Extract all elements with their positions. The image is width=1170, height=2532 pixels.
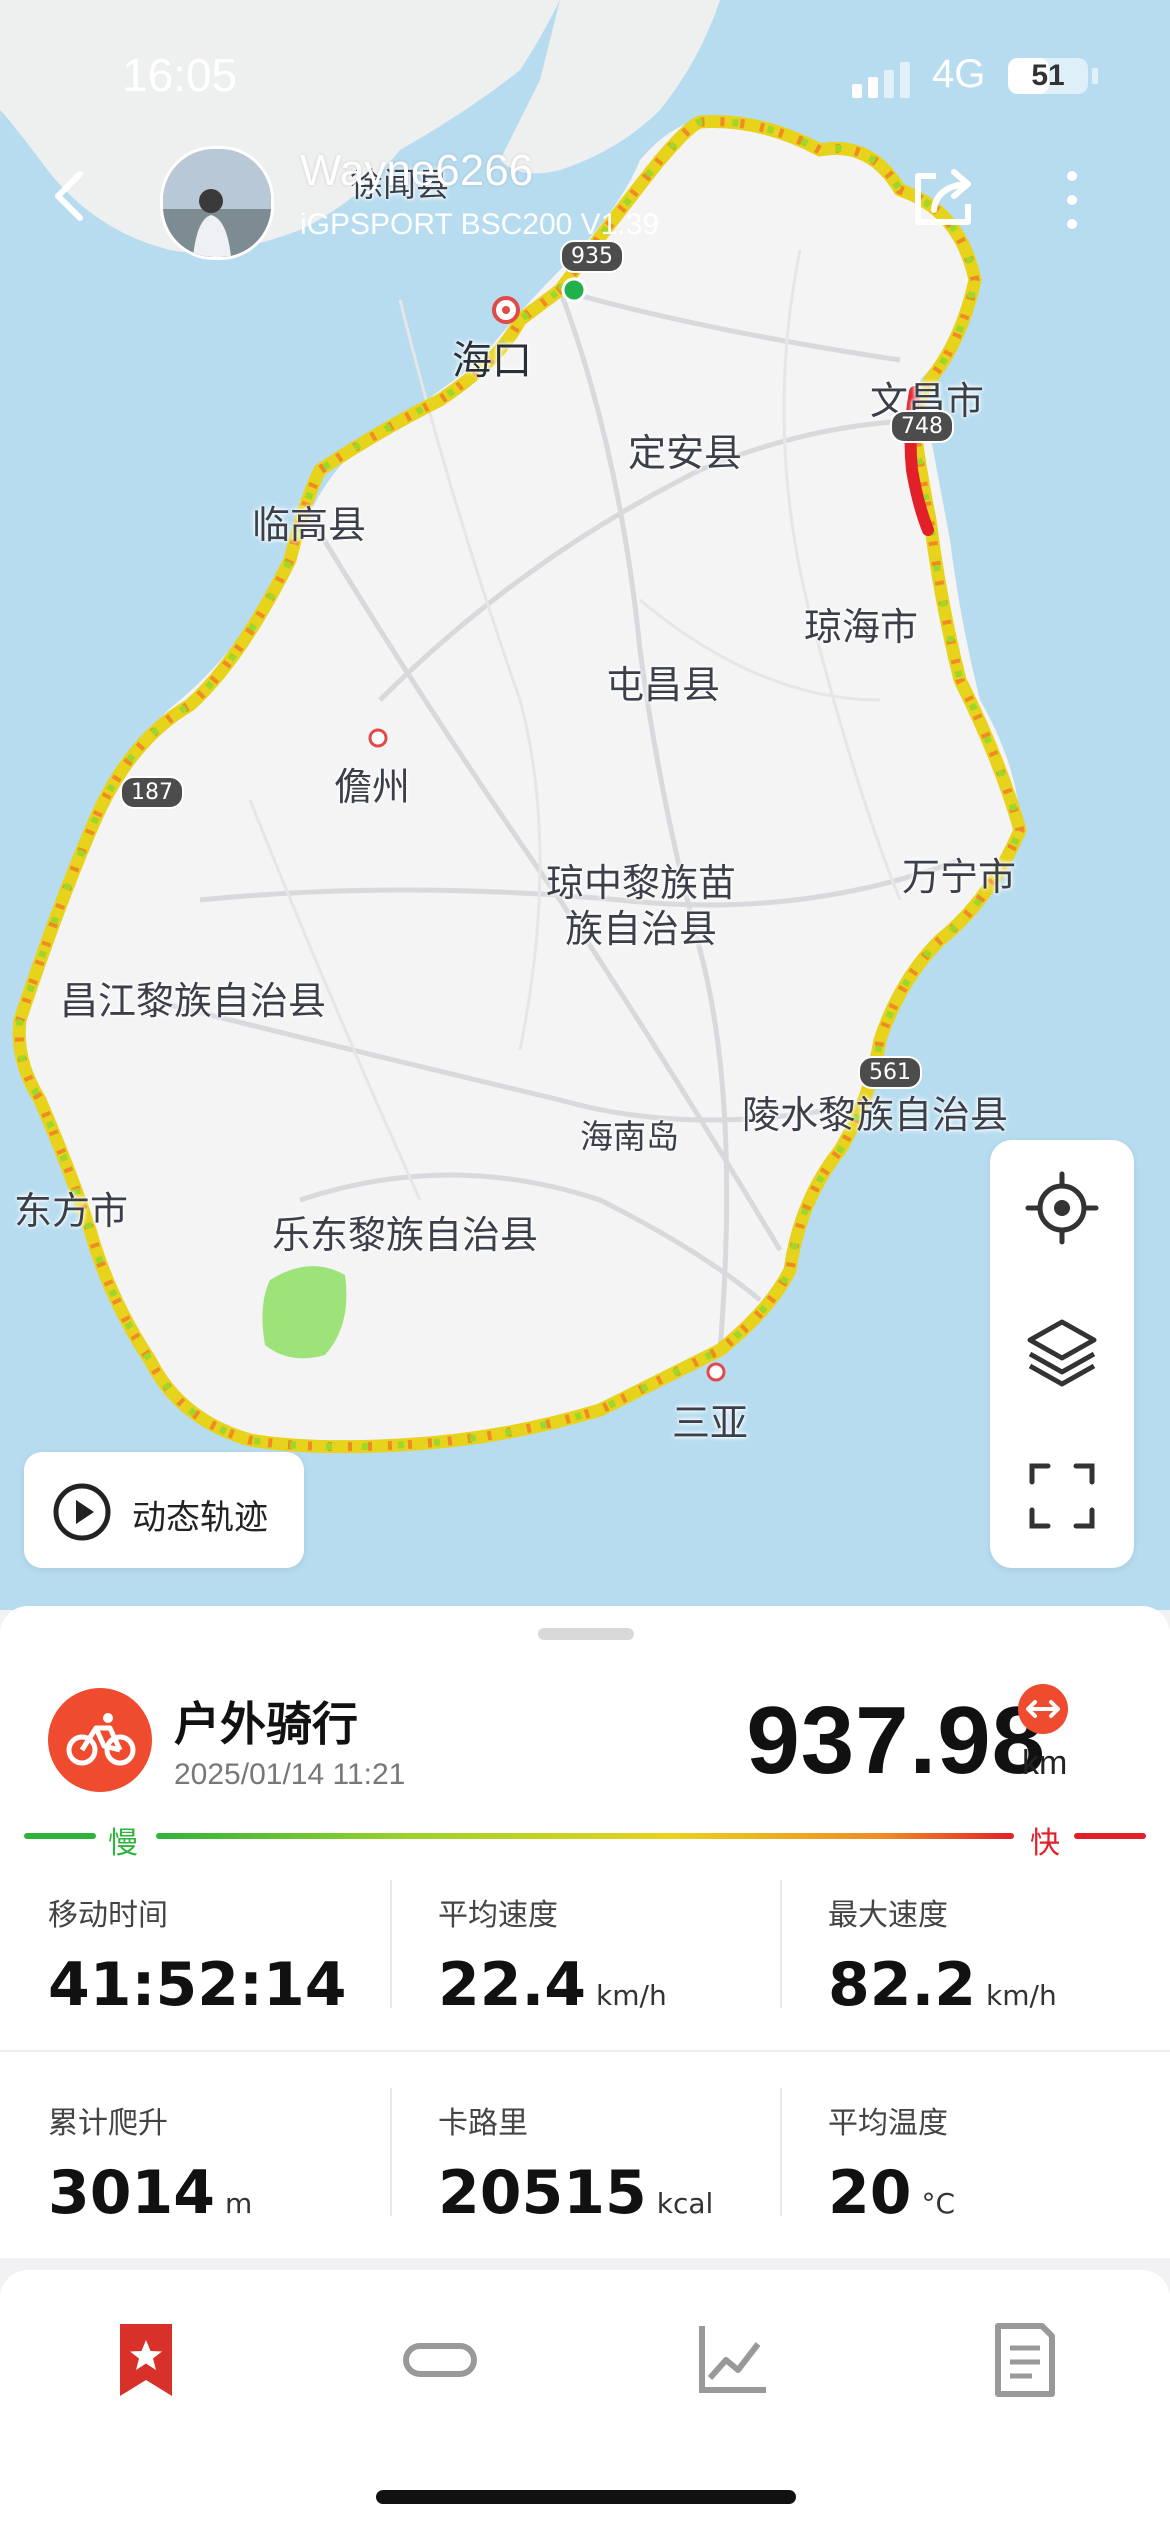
scale-fast-label: 快: [1030, 1826, 1060, 1861]
stat-unit: kcal: [656, 2187, 714, 2220]
battery-nub: [1092, 68, 1098, 84]
map-label-qiongzhong: 琼中黎族苗族自治县: [545, 861, 736, 951]
stat-divider: [390, 1880, 392, 2008]
stat-divider: [780, 2088, 782, 2216]
stat-max-speed: 最大速度 82.2 km/h: [828, 1890, 1057, 2020]
play-icon: [53, 1483, 111, 1541]
home-indicator[interactable]: [376, 2490, 796, 2504]
layers-icon[interactable]: [1018, 1308, 1106, 1396]
map-controls: [990, 1140, 1134, 1568]
activity-datetime: 2025/01/14 11:21: [174, 1758, 406, 1791]
stat-value: 22.4: [438, 1950, 587, 2020]
sheet-drag-handle[interactable]: [538, 1628, 634, 1640]
avatar-photo: [163, 149, 271, 257]
map-label-danzhou: 儋州: [334, 765, 411, 809]
stat-value: 41:52:14: [48, 1950, 347, 2020]
locate-icon[interactable]: [1018, 1164, 1106, 1252]
cycling-icon: [48, 1688, 152, 1792]
stat-moving-time: 移动时间 41:52:14: [48, 1890, 356, 2020]
stat-unit: °C: [921, 2187, 956, 2220]
stat-avg-speed: 平均速度 22.4 km/h: [438, 1890, 667, 2020]
segment-icon[interactable]: [400, 2320, 480, 2400]
stat-label: 卡路里: [438, 2106, 528, 2141]
road-shield-561: 561: [858, 1056, 922, 1089]
distance-value: 937.98: [746, 1687, 1046, 1794]
document-icon[interactable]: [984, 2320, 1064, 2400]
map-label-tunchang: 屯昌县: [606, 663, 721, 707]
stat-divider: [780, 1880, 782, 2008]
map-label-changjiang: 昌江黎族自治县: [60, 979, 327, 1023]
dynamic-track-button[interactable]: 动态轨迹: [24, 1452, 304, 1568]
stat-label: 平均速度: [438, 1898, 558, 1933]
stat-unit: km/h: [986, 1979, 1057, 2012]
stat-value: 20515: [438, 2158, 647, 2228]
activity-type: 户外骑行: [174, 1697, 358, 1751]
chart-line-icon[interactable]: [692, 2320, 772, 2400]
map-label-wanning: 万宁市: [902, 855, 1017, 899]
stat-label: 累计爬升: [48, 2106, 168, 2141]
stat-label: 平均温度: [828, 2106, 948, 2141]
stat-label: 最大速度: [828, 1898, 948, 1933]
network-type: 4G: [932, 52, 986, 96]
map-label-dingan: 定安县: [628, 431, 743, 475]
device-name: iGPSPORT BSC200 V1.39: [300, 208, 660, 241]
scale-slow-label: 慢: [108, 1826, 138, 1861]
speed-gradient-bar: [156, 1833, 1014, 1839]
map-label-dongfang: 东方市: [14, 1189, 129, 1233]
fullscreen-icon[interactable]: [1018, 1452, 1106, 1540]
back-arrow-icon[interactable]: [40, 160, 100, 230]
map-label-haikou: 海口: [452, 338, 532, 384]
map-label-lingao: 临高县: [252, 503, 367, 547]
battery-icon: 51: [1008, 58, 1088, 94]
status-bar: 16:05 4G 51: [0, 0, 1170, 150]
signal-icon: [852, 62, 910, 98]
avatar[interactable]: [160, 146, 274, 260]
distance-unit: km: [1022, 1744, 1068, 1782]
road-shield-748: 748: [890, 410, 954, 443]
status-time: 16:05: [122, 49, 238, 101]
stat-avg-temperature: 平均温度 20 °C: [828, 2098, 955, 2228]
stat-value: 3014: [48, 2158, 215, 2228]
map-label-sanya: 三亚: [672, 1401, 749, 1445]
stat-value: 20: [828, 2158, 912, 2228]
stat-divider: [390, 2088, 392, 2216]
scale-fast-bar: [1074, 1833, 1146, 1839]
stat-elevation-gain: 累计爬升 3014 m: [48, 2098, 252, 2228]
map-label-ledong: 乐东黎族自治县: [272, 1213, 539, 1257]
stat-row-divider: [0, 2050, 1170, 2052]
road-shield-935: 935: [560, 240, 624, 273]
username[interactable]: Wayne6266: [300, 146, 533, 196]
dynamic-track-label: 动态轨迹: [132, 1498, 268, 1538]
bookmark-star-icon[interactable]: [106, 2320, 186, 2400]
scale-slow-bar: [24, 1833, 96, 1839]
stat-unit: m: [225, 2187, 253, 2220]
map-label-lingshui: 陵水黎族自治县: [742, 1093, 1009, 1137]
stat-unit: km/h: [596, 1979, 667, 2012]
map-label-qionghai: 琼海市: [804, 605, 919, 649]
stat-value: 82.2: [828, 1950, 977, 2020]
stat-label: 移动时间: [48, 1898, 168, 1933]
map-label-hainandao: 海南岛: [580, 1117, 679, 1156]
road-shield-187: 187: [120, 776, 184, 809]
battery-percent: 51: [1031, 59, 1065, 92]
swap-units-icon[interactable]: [1018, 1684, 1068, 1734]
stat-calories: 卡路里 20515 kcal: [438, 2098, 713, 2228]
share-icon[interactable]: [906, 160, 982, 236]
more-options-icon[interactable]: [1052, 162, 1092, 238]
